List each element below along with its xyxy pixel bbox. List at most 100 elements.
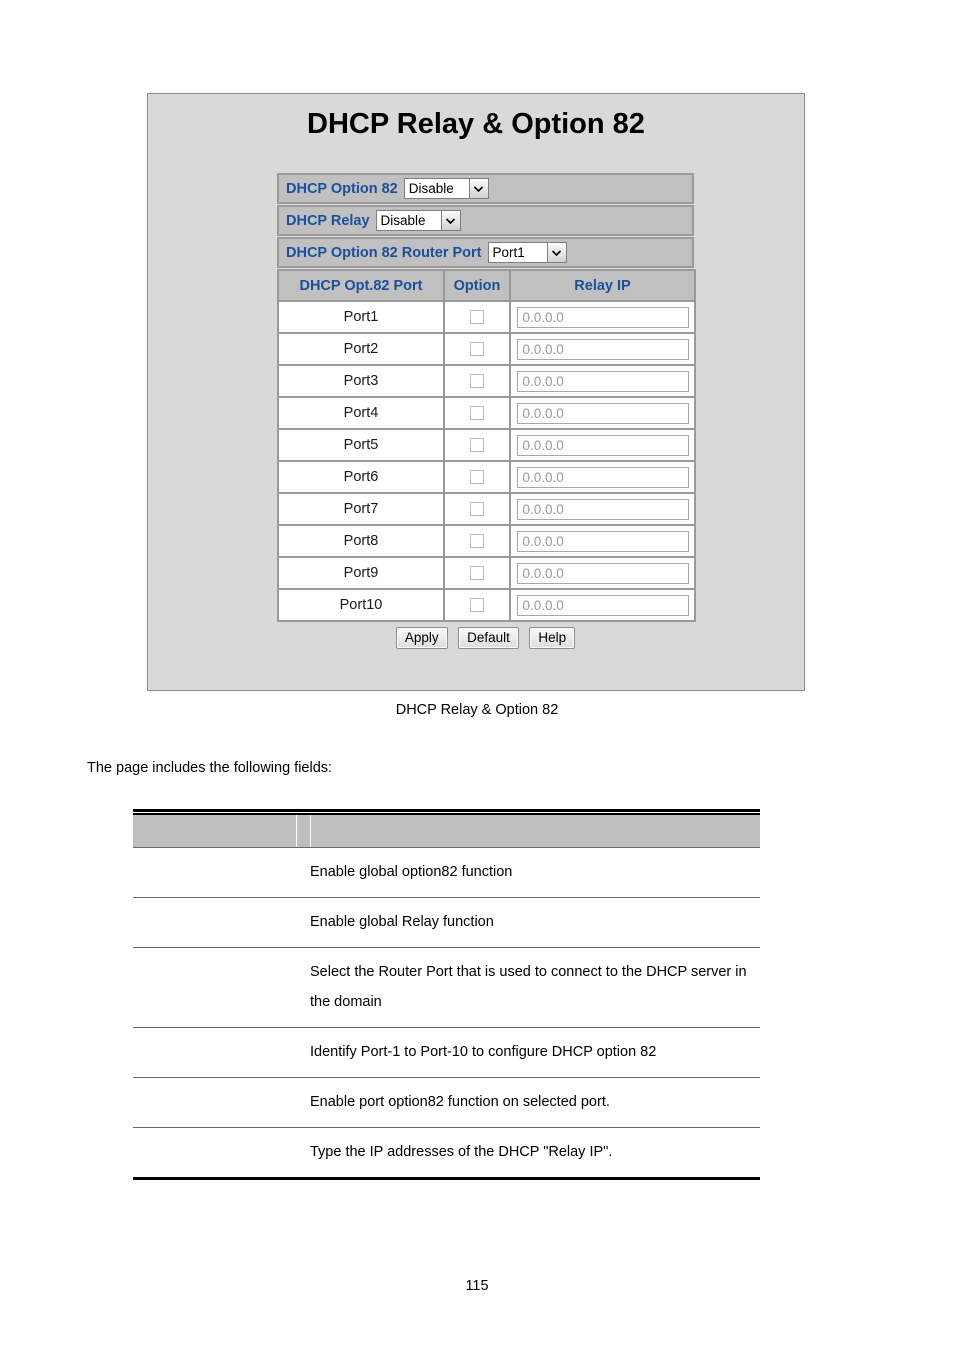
table-header-row: DHCP Opt.82 Port Option Relay IP bbox=[277, 269, 696, 302]
desc-description-cell: Type the IP addresses of the DHCP "Relay… bbox=[310, 1127, 760, 1180]
intro-paragraph: The page includes the following fields: bbox=[87, 760, 333, 776]
column-header-port: DHCP Opt.82 Port bbox=[277, 269, 445, 302]
cell-port-name: Port5 bbox=[277, 428, 445, 462]
select-dhcp-option-82[interactable]: Disable bbox=[403, 178, 489, 199]
cell-option-checkbox bbox=[443, 588, 511, 622]
cell-option-checkbox bbox=[443, 460, 511, 494]
label-dhcp-option-82-router-port: DHCP Option 82 Router Port bbox=[286, 244, 482, 261]
desc-spacer-cell bbox=[296, 1027, 310, 1078]
relay-ip-input-port1[interactable]: 0.0.0.0 bbox=[516, 306, 689, 328]
cell-relay-ip: 0.0.0.0 bbox=[509, 396, 696, 430]
cell-port-name: Port7 bbox=[277, 492, 445, 526]
help-button[interactable]: Help bbox=[529, 627, 576, 649]
desc-object-cell bbox=[133, 947, 296, 1028]
desc-spacer-cell bbox=[296, 847, 310, 898]
chevron-down-icon bbox=[546, 243, 566, 262]
relay-ip-input-port2[interactable]: 0.0.0.0 bbox=[516, 338, 689, 360]
option-checkbox-port3[interactable] bbox=[470, 374, 484, 389]
desc-header-spacer bbox=[296, 813, 311, 848]
cell-port-name: Port9 bbox=[277, 556, 445, 590]
desc-description-cell: Enable global option82 function bbox=[310, 847, 760, 898]
page-title: DHCP Relay & Option 82 bbox=[307, 108, 645, 140]
apply-button[interactable]: Apply bbox=[395, 627, 448, 649]
select-dhcp-relay[interactable]: Disable bbox=[375, 210, 461, 231]
table-row: Port1 0.0.0.0 bbox=[277, 300, 696, 334]
desc-table-row: Enable global option82 function bbox=[133, 847, 760, 898]
desc-description-cell: Enable global Relay function bbox=[310, 897, 760, 948]
setting-row-dhcp-relay: DHCP Relay Disable bbox=[277, 205, 694, 236]
desc-table-row: Identify Port-1 to Port-10 to configure … bbox=[133, 1027, 760, 1078]
relay-ip-input-port10[interactable]: 0.0.0.0 bbox=[516, 594, 689, 616]
option-checkbox-port6[interactable] bbox=[470, 470, 484, 485]
option-checkbox-port4[interactable] bbox=[470, 406, 484, 421]
desc-description-cell: Identify Port-1 to Port-10 to configure … bbox=[310, 1027, 760, 1078]
cell-port-name: Port8 bbox=[277, 524, 445, 558]
label-dhcp-option-82: DHCP Option 82 bbox=[286, 180, 398, 197]
relay-ip-input-port3[interactable]: 0.0.0.0 bbox=[516, 370, 689, 392]
select-dhcp-option-82-router-port[interactable]: Port1 bbox=[487, 242, 567, 263]
desc-description-cell: Enable port option82 function on selecte… bbox=[310, 1077, 760, 1128]
desc-spacer-cell bbox=[296, 947, 310, 1028]
desc-table-row: Enable global Relay function bbox=[133, 897, 760, 948]
cell-port-name: Port10 bbox=[277, 588, 445, 622]
cell-relay-ip: 0.0.0.0 bbox=[509, 588, 696, 622]
option-checkbox-port7[interactable] bbox=[470, 502, 484, 517]
option-checkbox-port5[interactable] bbox=[470, 438, 484, 453]
cell-option-checkbox bbox=[443, 556, 511, 590]
cell-relay-ip: 0.0.0.0 bbox=[509, 492, 696, 526]
field-description-table: Enable global option82 function Enable gl… bbox=[133, 813, 760, 1180]
table-row: Port6 0.0.0.0 bbox=[277, 460, 696, 494]
dhcp-opt82-port-table: DHCP Opt.82 Port Option Relay IP Port1 0.… bbox=[277, 269, 696, 622]
cell-port-name: Port2 bbox=[277, 332, 445, 366]
cell-port-name: Port3 bbox=[277, 364, 445, 398]
desc-table-row: Enable port option82 function on selecte… bbox=[133, 1077, 760, 1128]
default-button[interactable]: Default bbox=[458, 627, 519, 649]
desc-object-cell bbox=[133, 847, 296, 898]
cell-relay-ip: 0.0.0.0 bbox=[509, 364, 696, 398]
cell-option-checkbox bbox=[443, 524, 511, 558]
relay-ip-input-port4[interactable]: 0.0.0.0 bbox=[516, 402, 689, 424]
chevron-down-icon bbox=[468, 179, 488, 198]
option-checkbox-port9[interactable] bbox=[470, 566, 484, 581]
select-dhcp-option-82-value: Disable bbox=[404, 179, 469, 198]
option-checkbox-port10[interactable] bbox=[470, 598, 484, 613]
column-header-option: Option bbox=[443, 269, 511, 302]
option-checkbox-port8[interactable] bbox=[470, 534, 484, 549]
cell-option-checkbox bbox=[443, 332, 511, 366]
setting-row-dhcp-option-82: DHCP Option 82 Disable bbox=[277, 173, 694, 204]
table-row: Port3 0.0.0.0 bbox=[277, 364, 696, 398]
desc-table-row: Select the Router Port that is used to c… bbox=[133, 947, 760, 1028]
option-checkbox-port2[interactable] bbox=[470, 342, 484, 357]
desc-spacer-cell bbox=[296, 897, 310, 948]
table-row: Port5 0.0.0.0 bbox=[277, 428, 696, 462]
relay-ip-input-port6[interactable]: 0.0.0.0 bbox=[516, 466, 689, 488]
desc-spacer-cell bbox=[296, 1077, 310, 1128]
table-row: Port2 0.0.0.0 bbox=[277, 332, 696, 366]
cell-relay-ip: 0.0.0.0 bbox=[509, 556, 696, 590]
select-dhcp-relay-value: Disable bbox=[376, 211, 441, 230]
relay-ip-input-port5[interactable]: 0.0.0.0 bbox=[516, 434, 689, 456]
cell-relay-ip: 0.0.0.0 bbox=[509, 524, 696, 558]
desc-header-object bbox=[133, 813, 297, 848]
desc-table-top-rule bbox=[133, 809, 760, 812]
cell-option-checkbox bbox=[443, 428, 511, 462]
relay-ip-input-port7[interactable]: 0.0.0.0 bbox=[516, 498, 689, 520]
form-action-buttons: Apply Default Help bbox=[277, 627, 694, 649]
cell-port-name: Port4 bbox=[277, 396, 445, 430]
desc-object-cell bbox=[133, 1127, 296, 1180]
cell-port-name: Port6 bbox=[277, 460, 445, 494]
table-row: Port8 0.0.0.0 bbox=[277, 524, 696, 558]
cell-option-checkbox bbox=[443, 492, 511, 526]
column-header-relay-ip: Relay IP bbox=[509, 269, 696, 302]
table-row: Port10 0.0.0.0 bbox=[277, 588, 696, 622]
option-checkbox-port1[interactable] bbox=[470, 310, 484, 325]
cell-relay-ip: 0.0.0.0 bbox=[509, 460, 696, 494]
desc-description-cell: Select the Router Port that is used to c… bbox=[310, 947, 760, 1028]
desc-object-cell bbox=[133, 1077, 296, 1128]
relay-ip-input-port8[interactable]: 0.0.0.0 bbox=[516, 530, 689, 552]
relay-ip-input-port9[interactable]: 0.0.0.0 bbox=[516, 562, 689, 584]
page-number: 115 bbox=[465, 1278, 489, 1294]
desc-object-cell bbox=[133, 1027, 296, 1078]
dhcp-config-form: DHCP Option 82 Disable DHCP Relay Disabl… bbox=[277, 173, 696, 649]
setting-row-dhcp-option-82-router-port: DHCP Option 82 Router Port Port1 bbox=[277, 237, 694, 268]
